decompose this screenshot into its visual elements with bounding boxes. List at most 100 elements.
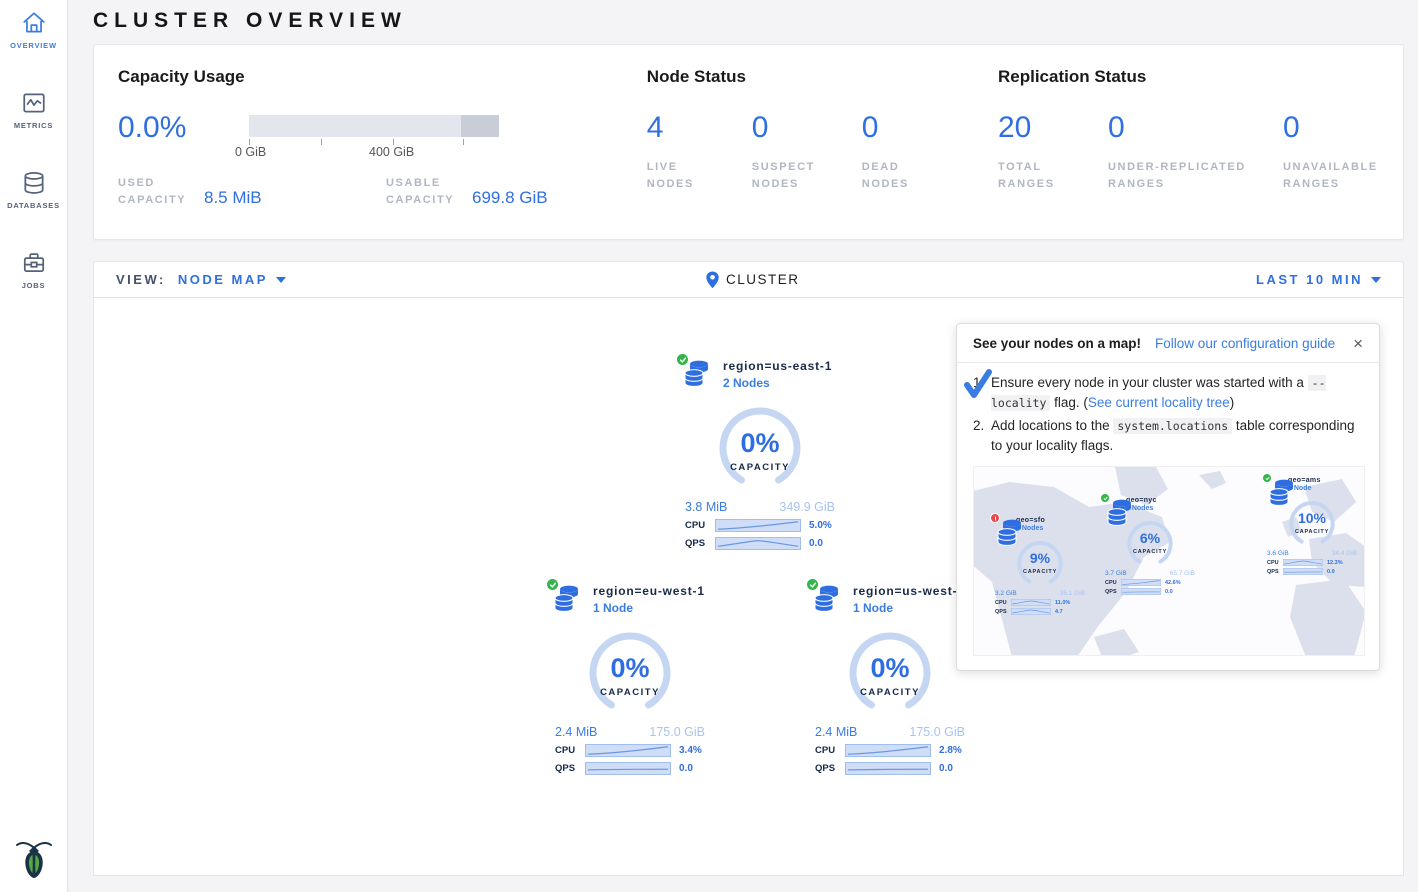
node-health-badge [1100,493,1110,503]
view-selector-dropdown[interactable]: NODE MAP [178,272,286,287]
qps-metric-value: 0.0 [809,538,823,549]
capacity-gauge: 0% CAPACITY [681,402,839,498]
capacity-gauge-label: CAPACITY [1104,549,1196,555]
region-total-capacity: 175.0 GiB [649,725,705,739]
popup-step-2: 2. Add locations to the system.locations… [973,416,1363,457]
qps-metric-value: 0.0 [1165,589,1173,595]
locality-breadcrumb[interactable]: CLUSTER [705,271,800,289]
cpu-metric-label: CPU [1267,560,1283,566]
qps-sparkline [1121,588,1161,595]
suspect-nodes-label: SUSPECT NODES [752,159,832,193]
capacity-gauge: 10% CAPACITY [1266,498,1358,550]
example-map-image: geo=sfo 2 Nodes 9% CAPACITY 3.2 GiB 35.1… [973,466,1365,656]
node-health-badge [545,577,560,592]
region-node-card[interactable]: region=us-east-1 2 Nodes 0% CAPACITY 3.8… [681,358,839,550]
cpu-metric-label: CPU [995,600,1011,606]
capacity-gauge-label: CAPACITY [1266,529,1358,535]
qps-metric-value: 0.0 [939,763,953,774]
qps-metric-value: 0.0 [1327,569,1335,575]
region-name: region=us-east-1 [723,359,832,373]
cpu-metric-value: 12.3% [1327,560,1343,566]
sidebar-item-overview[interactable]: OVERVIEW [0,0,67,80]
region-total-capacity: 175.0 GiB [909,725,965,739]
region-used-capacity: 3.8 MiB [685,500,727,514]
capacity-percent-value: 6% [1104,530,1196,546]
sidebar-item-label: JOBS [22,281,46,290]
region-name: region=us-west-1 [853,584,965,598]
qps-metric-label: QPS [1267,569,1283,575]
region-node-count[interactable]: 1 Node [853,601,965,615]
chevron-down-icon [1371,277,1381,283]
region-total-capacity: 65.7 GiB [1170,570,1195,577]
qps-metric-label: QPS [1105,589,1121,595]
close-icon[interactable]: × [1351,335,1365,352]
sidebar-item-metrics[interactable]: METRICS [0,80,67,160]
qps-sparkline [715,537,801,550]
qps-metric-label: QPS [815,763,845,774]
cpu-sparkline [715,519,801,532]
sidebar-item-databases[interactable]: DATABASES [0,160,67,240]
step2-text: Add locations to the [991,418,1113,433]
capacity-percent-value: 10% [1266,510,1358,526]
capacity-tick-400: 400 GiB [369,145,414,159]
capacity-gauge-label: CAPACITY [994,569,1086,575]
capacity-gauge-label: CAPACITY [551,687,709,698]
node-status-section: Node Status 4 LIVE NODES 0 SUSPECT NODES… [647,67,998,239]
replication-status-section: Replication Status 20 TOTAL RANGES 0 UND… [998,67,1403,239]
cpu-metric-label: CPU [815,745,845,756]
region-name: region=eu-west-1 [593,584,705,598]
suspect-nodes-value: 0 [752,113,862,143]
qps-metric-value: 4.7 [1055,609,1063,615]
region-total-capacity: 34.4 GiB [1332,550,1357,557]
view-selector-value: NODE MAP [178,272,268,287]
capacity-percent-value: 0% [811,653,969,684]
region-node-card[interactable]: geo=sfo 2 Nodes 9% CAPACITY 3.2 GiB 35.1… [994,517,1086,615]
sidebar-item-label: METRICS [14,121,53,130]
capacity-usage-title: Capacity Usage [118,67,647,87]
locality-tree-link[interactable]: See current locality tree [1088,395,1230,410]
live-nodes-label: LIVE NODES [647,159,717,193]
cpu-metric-label: CPU [1105,580,1121,586]
region-used-capacity: 3.7 GiB [1105,570,1127,577]
breadcrumb-cluster: CLUSTER [726,272,800,287]
capacity-gauge: 0% CAPACITY [811,627,969,723]
page-title: CLUSTER OVERVIEW [68,0,1418,44]
configuration-guide-link[interactable]: Follow our configuration guide [1155,336,1335,351]
main-content: CLUSTER OVERVIEW Capacity Usage 0.0% [68,0,1418,876]
node-health-badge [990,513,1000,523]
sidebar-item-jobs[interactable]: JOBS [0,240,67,320]
node-health-badge [805,577,820,592]
qps-sparkline [845,762,931,775]
metrics-chart-icon [21,90,47,116]
capacity-percent-value: 9% [994,550,1086,566]
popup-title: See your nodes on a map! [973,336,1141,351]
region-node-count[interactable]: 2 Nodes [723,376,832,390]
region-node-card[interactable]: region=eu-west-1 1 Node 0% CAPACITY 2.4 … [551,583,709,775]
region-used-capacity: 2.4 MiB [555,725,597,739]
cpu-sparkline [845,744,931,757]
total-ranges-value: 20 [998,113,1108,143]
time-range-value: LAST 10 MIN [1256,272,1363,287]
cockroachdb-logo[interactable] [0,838,68,880]
replication-status-title: Replication Status [998,67,1403,87]
qps-sparkline [1283,568,1323,575]
step1-text: Ensure every node in your cluster was st… [991,375,1308,390]
view-label: VIEW: [116,272,166,287]
qps-metric-label: QPS [555,763,585,774]
region-node-count[interactable]: 1 Node [593,601,705,615]
cpu-sparkline [1121,579,1161,586]
qps-metric-label: QPS [995,609,1011,615]
step-done-check-icon [963,369,993,399]
cpu-metric-value: 42.6% [1165,580,1181,586]
node-map-panel: region=us-east-1 2 Nodes 0% CAPACITY 3.8… [93,298,1404,876]
under-replicated-ranges-value: 0 [1108,113,1283,143]
map-config-popup: See your nodes on a map! Follow our conf… [956,323,1380,671]
cpu-metric-value: 3.4% [679,745,702,756]
time-range-dropdown[interactable]: LAST 10 MIN [1256,272,1381,287]
region-node-card[interactable]: region=us-west-1 1 Node 0% CAPACITY 2.4 … [811,583,969,775]
region-node-card[interactable]: geo=ams 1 Node 10% CAPACITY 3.6 GiB 34.4… [1266,477,1358,575]
region-node-card[interactable]: geo=nyc 2 Nodes 6% CAPACITY 3.7 GiB 65.7… [1104,497,1196,595]
cpu-metric-label: CPU [685,520,715,531]
chevron-down-icon [276,277,286,283]
region-used-capacity: 2.4 MiB [815,725,857,739]
